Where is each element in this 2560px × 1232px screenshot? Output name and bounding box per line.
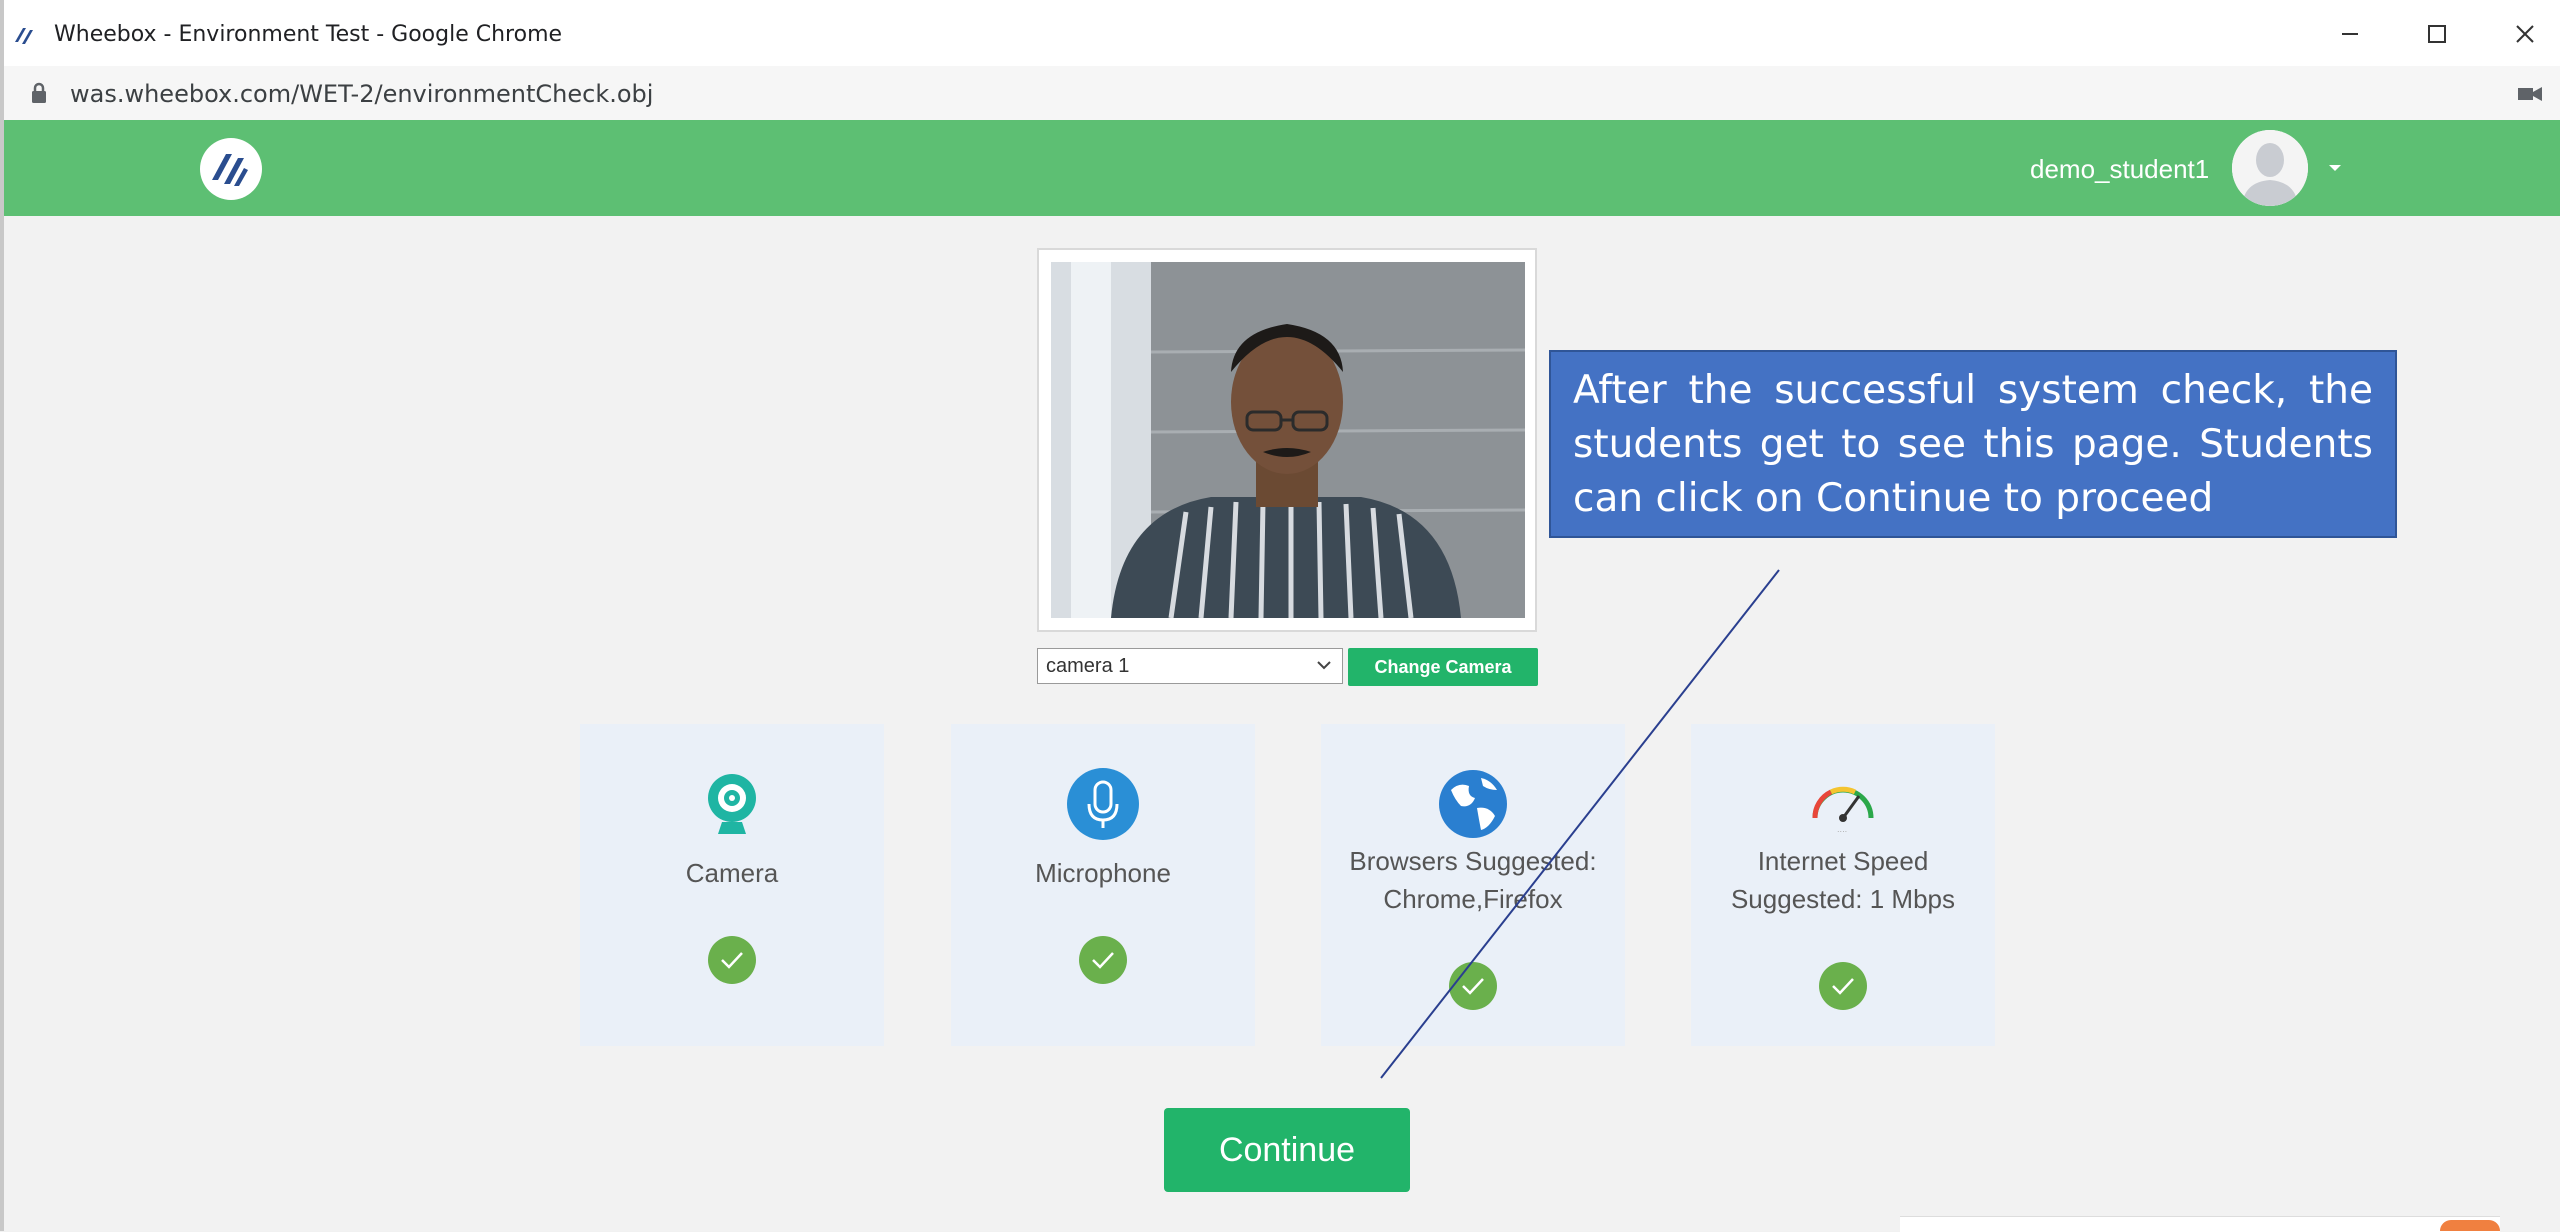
callout-pointer-line xyxy=(1380,569,1780,1079)
instruction-callout: After the successful system check, the s… xyxy=(1549,350,2397,538)
bottom-popup-edge xyxy=(1900,1216,2500,1232)
chat-widget-icon[interactable] xyxy=(2440,1220,2500,1231)
